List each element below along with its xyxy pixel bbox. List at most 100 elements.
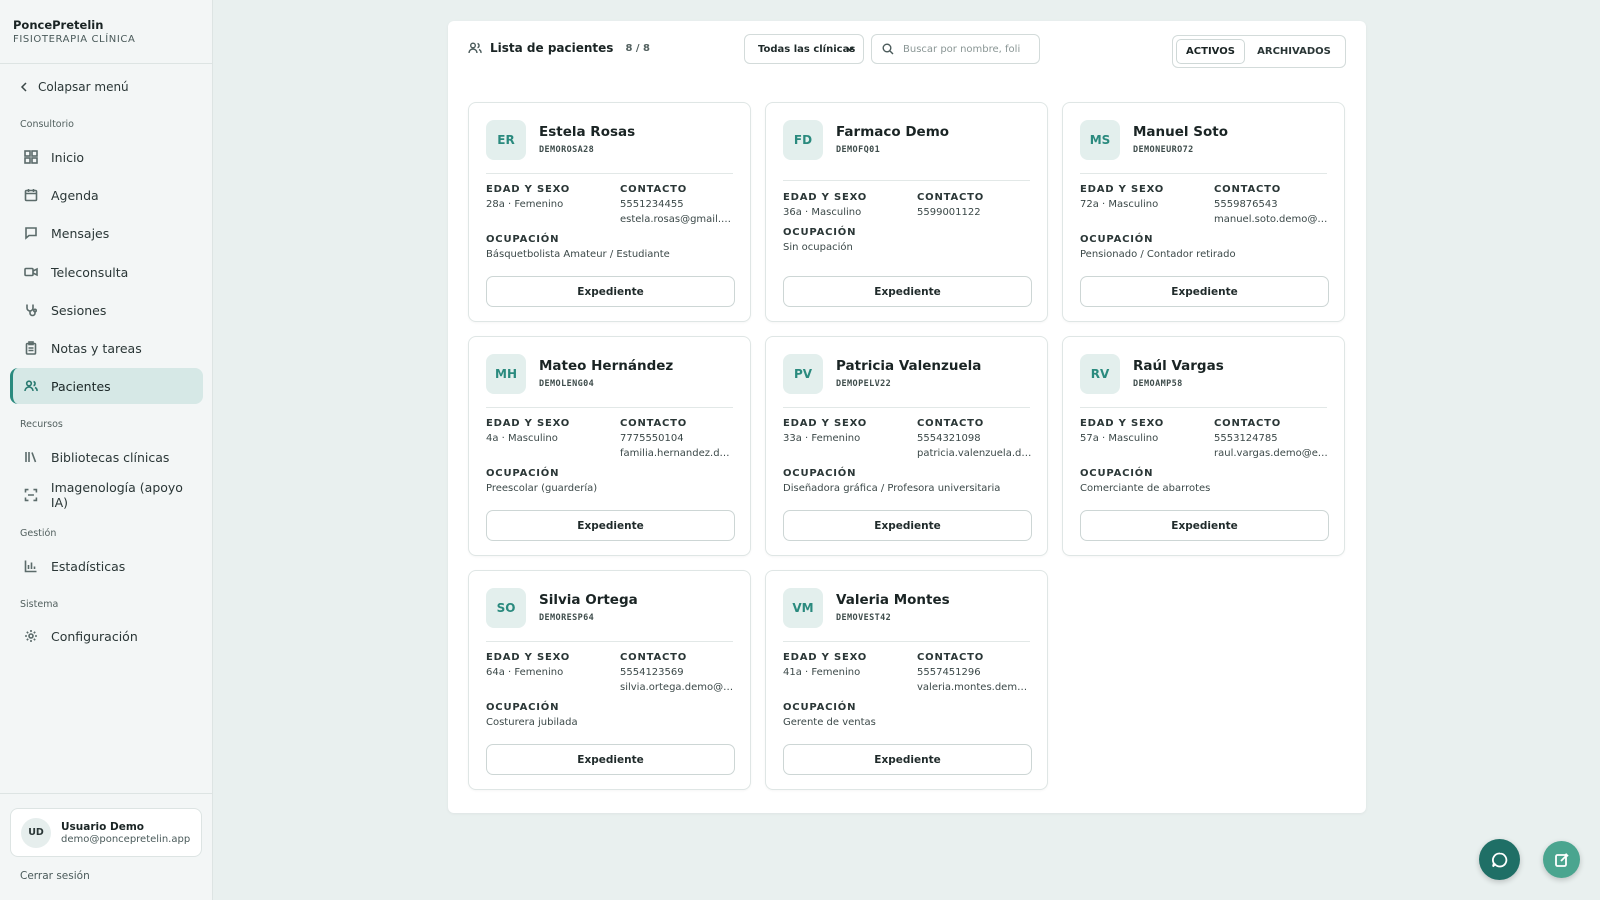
bar-chart-icon bbox=[24, 560, 37, 573]
record-button[interactable]: Expediente bbox=[486, 744, 735, 775]
sidebar-divider bbox=[0, 793, 212, 794]
age-sex-label: EDAD Y SEXO bbox=[1080, 184, 1165, 195]
patient-card[interactable]: PV Patricia Valenzuela DEMOPELV22 EDAD Y SE… bbox=[765, 336, 1048, 556]
occupation-label: OCUPACIÓN bbox=[783, 468, 857, 479]
sidebar-item-teleconsulta[interactable]: Teleconsulta bbox=[10, 254, 203, 290]
contact-label: CONTACTO bbox=[620, 652, 688, 663]
record-button[interactable]: Expediente bbox=[783, 510, 1032, 541]
contact-email: patricia.valenzuela.demo@example.com bbox=[917, 448, 1032, 459]
age-sex-label: EDAD Y SEXO bbox=[1080, 418, 1165, 429]
contact-label: CONTACTO bbox=[917, 652, 985, 663]
user-name: Usuario Demo bbox=[61, 820, 144, 833]
contact-phone: 5559876543 bbox=[1214, 199, 1278, 210]
contact-email: silvia.ortega.demo@example.com bbox=[620, 682, 735, 693]
card-divider bbox=[1080, 173, 1327, 174]
age-sex-label: EDAD Y SEXO bbox=[783, 418, 868, 429]
sidebar-item-label: Notas y tareas bbox=[51, 340, 142, 356]
record-button[interactable]: Expediente bbox=[486, 510, 735, 541]
sidebar-item-notas-tareas[interactable]: Notas y tareas bbox=[10, 330, 203, 366]
search-input[interactable] bbox=[903, 43, 1033, 55]
sidebar-item-label: Inicio bbox=[51, 149, 85, 165]
card-divider bbox=[1080, 407, 1327, 408]
patient-name: Patricia Valenzuela bbox=[836, 358, 982, 374]
clinic-select-value: Todas las clínicas bbox=[758, 43, 856, 55]
patient-card[interactable]: FD Farmaco Demo DEMOFQ01 EDAD Y SEXO 36a · M… bbox=[765, 102, 1048, 322]
sidebar-item-imagenologia[interactable]: Imagenología (apoyo IA) bbox=[10, 477, 203, 513]
search-box bbox=[871, 34, 1040, 64]
occupation-value: Costurera jubilada bbox=[486, 717, 578, 728]
patient-avatar: MH bbox=[486, 354, 526, 394]
patient-code: DEMOROSA28 bbox=[539, 145, 595, 155]
clinic-select[interactable]: Todas las clínicas bbox=[744, 34, 864, 64]
age-sex-value: 33a · Femenino bbox=[783, 433, 861, 444]
card-divider bbox=[783, 407, 1030, 408]
contact-label: CONTACTO bbox=[620, 418, 688, 429]
sidebar-item-configuracion[interactable]: Configuración bbox=[10, 618, 203, 654]
occupation-label: OCUPACIÓN bbox=[783, 702, 857, 713]
occupation-value: Comerciante de abarrotes bbox=[1080, 483, 1211, 494]
age-sex-label: EDAD Y SEXO bbox=[783, 192, 868, 203]
sidebar-item-label: Configuración bbox=[51, 628, 138, 644]
age-sex-value: 4a · Masculino bbox=[486, 433, 558, 444]
patient-card[interactable]: ER Estela Rosas DEMOROSA28 EDAD Y SEXO 28a ·… bbox=[468, 102, 751, 322]
record-button[interactable]: Expediente bbox=[1080, 276, 1329, 307]
tab-archivados[interactable]: ARCHIVADOS bbox=[1249, 39, 1339, 64]
age-sex-label: EDAD Y SEXO bbox=[486, 418, 571, 429]
record-button[interactable]: Expediente bbox=[1080, 510, 1329, 541]
logout-link[interactable]: Cerrar sesión bbox=[20, 870, 90, 882]
grid-icon bbox=[24, 150, 38, 164]
sidebar-item-sesiones[interactable]: Sesiones bbox=[10, 292, 203, 328]
patient-code: DEMOFQ01 bbox=[836, 145, 881, 155]
patient-name: Farmaco Demo bbox=[836, 124, 950, 140]
user-email: demo@poncepretelin.app bbox=[61, 833, 191, 845]
card-divider bbox=[486, 173, 733, 174]
chat-fab-button[interactable] bbox=[1479, 839, 1520, 880]
record-button[interactable]: Expediente bbox=[486, 276, 735, 307]
age-sex-label: EDAD Y SEXO bbox=[486, 652, 571, 663]
age-sex-value: 28a · Femenino bbox=[486, 199, 564, 210]
record-button[interactable]: Expediente bbox=[783, 276, 1032, 307]
brand: PoncePretelin FISIOTERAPIA CLÍNICA bbox=[0, 0, 212, 64]
patient-card[interactable]: RV Raúl Vargas DEMOAMP58 EDAD Y SEXO 57a · M… bbox=[1062, 336, 1345, 556]
patients-panel: Lista de pacientes 8 / 8 Todas las clíni… bbox=[448, 21, 1366, 813]
tab-activos[interactable]: ACTIVOS bbox=[1176, 39, 1245, 64]
compose-fab-button[interactable] bbox=[1543, 841, 1580, 878]
patient-card[interactable]: SO Silvia Ortega DEMORESP64 EDAD Y SEXO 64a … bbox=[468, 570, 751, 790]
sidebar-item-pacientes[interactable]: Pacientes bbox=[10, 368, 203, 404]
sidebar-item-label: Pacientes bbox=[51, 378, 111, 394]
chat-icon bbox=[1491, 852, 1507, 867]
age-sex-value: 57a · Masculino bbox=[1080, 433, 1159, 444]
sidebar-item-estadisticas[interactable]: Estadísticas bbox=[10, 548, 203, 584]
patient-name: Silvia Ortega bbox=[539, 592, 638, 608]
section-recursos: Recursos bbox=[20, 419, 63, 430]
calendar-icon bbox=[24, 189, 38, 202]
contact-email: raul.vargas.demo@example.com bbox=[1214, 448, 1329, 459]
patient-name: Manuel Soto bbox=[1133, 124, 1228, 140]
section-consultorio: Consultorio bbox=[20, 119, 74, 130]
sidebar-item-label: Estadísticas bbox=[51, 558, 126, 574]
patient-card[interactable]: MH Mateo Hernández DEMOLENG04 EDAD Y SEXO 4a… bbox=[468, 336, 751, 556]
contact-label: CONTACTO bbox=[917, 192, 985, 203]
card-divider bbox=[783, 641, 1030, 642]
sidebar-item-bibliotecas[interactable]: Bibliotecas clínicas bbox=[10, 439, 203, 475]
occupation-value: Gerente de ventas bbox=[783, 717, 876, 728]
patient-code: DEMOAMP58 bbox=[1133, 379, 1183, 389]
sidebar-item-mensajes[interactable]: Mensajes bbox=[10, 215, 203, 251]
age-sex-label: EDAD Y SEXO bbox=[783, 652, 868, 663]
user-profile-card[interactable]: UD Usuario Demo demo@poncepretelin.app bbox=[10, 808, 202, 857]
sidebar-item-inicio[interactable]: Inicio bbox=[10, 139, 203, 175]
record-button[interactable]: Expediente bbox=[783, 744, 1032, 775]
sidebar-item-agenda[interactable]: Agenda bbox=[10, 177, 203, 213]
users-icon bbox=[468, 42, 482, 54]
section-sistema: Sistema bbox=[20, 599, 59, 610]
contact-email: estela.rosas@gmail.com bbox=[620, 214, 735, 225]
occupation-label: OCUPACIÓN bbox=[486, 234, 560, 245]
patient-card[interactable]: MS Manuel Soto DEMONEURO72 EDAD Y SEXO 72a ·… bbox=[1062, 102, 1345, 322]
occupation-value: Diseñadora gráfica / Profesora universit… bbox=[783, 483, 1001, 494]
age-sex-value: 36a · Masculino bbox=[783, 207, 862, 218]
patient-card[interactable]: VM Valeria Montes DEMOVEST42 EDAD Y SEXO 41a… bbox=[765, 570, 1048, 790]
collapse-menu-button[interactable]: Colapsar menú bbox=[20, 80, 129, 94]
sidebar-item-label: Agenda bbox=[51, 187, 99, 203]
patient-avatar: MS bbox=[1080, 120, 1120, 160]
sidebar: PoncePretelin FISIOTERAPIA CLÍNICA Colap… bbox=[0, 0, 213, 900]
